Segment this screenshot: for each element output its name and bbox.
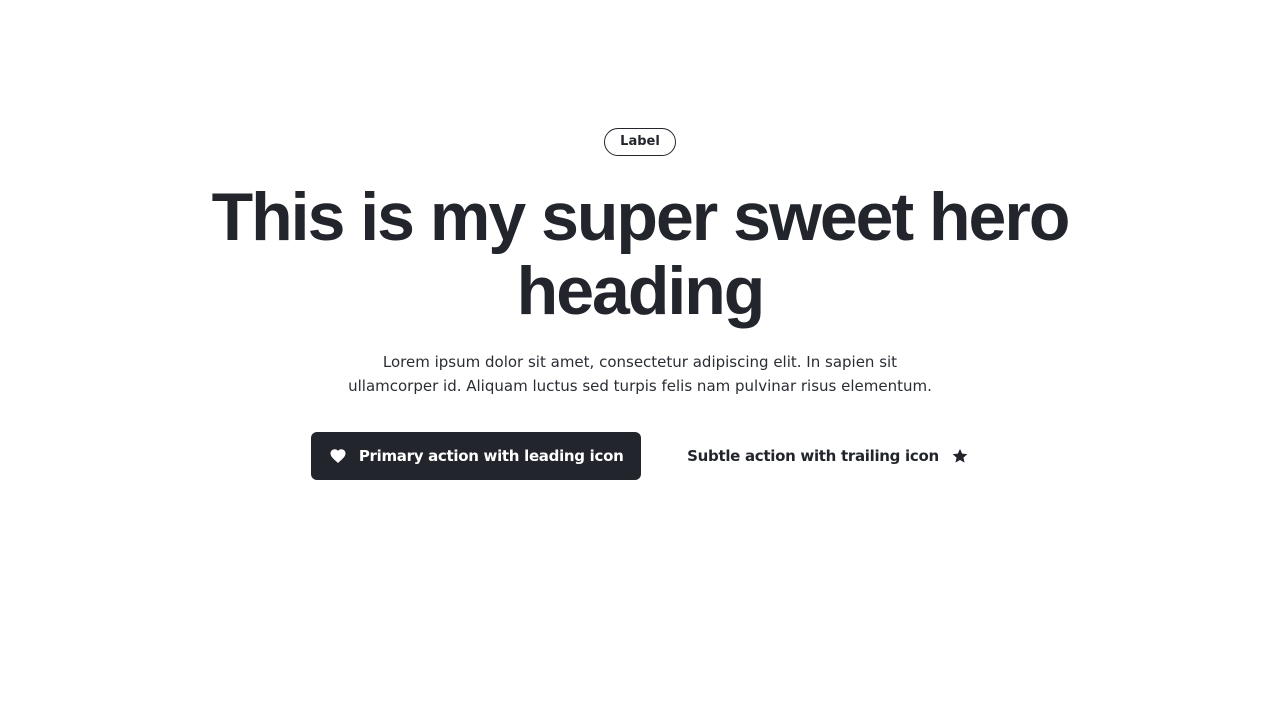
subtle-action-button[interactable]: Subtle action with trailing icon (687, 432, 969, 480)
hero-subtext: Lorem ipsum dolor sit amet, consectetur … (348, 353, 932, 395)
star-icon (951, 447, 969, 465)
primary-action-label: Primary action with leading icon (358, 447, 624, 465)
primary-action-button[interactable]: Primary action with leading icon (311, 432, 642, 480)
hero-heading: This is my super sweet hero heading (211, 179, 1071, 329)
heart-icon (329, 447, 347, 465)
label-badge: Label (604, 128, 676, 156)
subtle-action-label: Subtle action with trailing icon (687, 447, 939, 465)
hero-section: Label This is my super sweet hero headin… (0, 128, 1280, 480)
hero-actions: Primary action with leading icon Subtle … (311, 432, 969, 480)
